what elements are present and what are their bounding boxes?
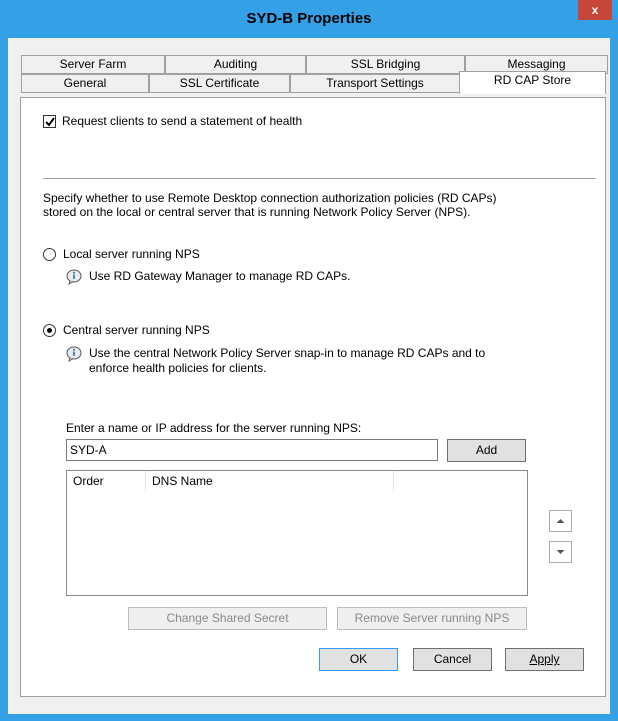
title-bar: SYD-B Properties x (0, 0, 618, 38)
move-up-button[interactable] (549, 510, 572, 532)
info-icon (66, 346, 82, 362)
close-icon: x (591, 3, 599, 17)
tab-ssl-certificate[interactable]: SSL Certificate (149, 74, 290, 93)
description-line-1: Specify whether to use Remote Desktop co… (43, 191, 497, 205)
properties-window: SYD-B Properties x Server Farm Auditing … (0, 0, 618, 721)
local-server-info: Use RD Gateway Manager to manage RD CAPs… (89, 269, 351, 283)
move-down-button[interactable] (549, 541, 572, 563)
tab-transport-settings[interactable]: Transport Settings (290, 74, 460, 93)
tab-general[interactable]: General (21, 74, 149, 93)
change-shared-secret-button[interactable]: Change Shared Secret (128, 607, 327, 630)
column-header-order[interactable]: Order (67, 471, 146, 491)
separator (43, 178, 596, 179)
radio-selected-dot (47, 328, 52, 333)
remove-server-button[interactable]: Remove Server running NPS (337, 607, 527, 630)
arrow-up-icon (556, 519, 565, 523)
tab-ssl-bridging[interactable]: SSL Bridging (306, 55, 465, 74)
ok-button[interactable]: OK (319, 648, 398, 671)
health-statement-checkbox[interactable] (43, 115, 56, 128)
server-input-label: Enter a name or IP address for the serve… (66, 421, 362, 435)
central-server-label: Central server running NPS (63, 323, 210, 337)
dialog-body: Server Farm Auditing SSL Bridging Messag… (8, 38, 610, 714)
central-server-radio[interactable] (43, 324, 56, 337)
central-server-info-line-2: enforce health policies for clients. (89, 361, 267, 375)
arrow-down-icon (556, 550, 565, 554)
add-button[interactable]: Add (447, 439, 526, 462)
column-header-dns-name[interactable]: DNS Name (146, 471, 394, 491)
description-line-2: stored on the local or central server th… (43, 205, 471, 219)
tab-panel-rd-cap-store: Request clients to send a statement of h… (20, 97, 606, 697)
close-button[interactable]: x (578, 0, 612, 20)
nps-server-input[interactable]: SYD-A (66, 439, 438, 461)
central-server-info-line-1: Use the central Network Policy Server sn… (89, 346, 486, 360)
check-icon (45, 117, 55, 127)
tab-server-farm[interactable]: Server Farm (21, 55, 165, 74)
info-icon (66, 269, 82, 285)
cancel-button[interactable]: Cancel (413, 648, 492, 671)
health-statement-label: Request clients to send a statement of h… (62, 114, 303, 128)
tab-auditing[interactable]: Auditing (165, 55, 306, 74)
apply-button[interactable]: Apply (505, 648, 584, 671)
local-server-label: Local server running NPS (63, 247, 200, 261)
local-server-radio[interactable] (43, 248, 56, 261)
nps-server-list[interactable]: Order DNS Name (66, 470, 528, 596)
tab-rd-cap-store[interactable]: RD CAP Store (459, 71, 606, 94)
window-title: SYD-B Properties (246, 10, 372, 27)
